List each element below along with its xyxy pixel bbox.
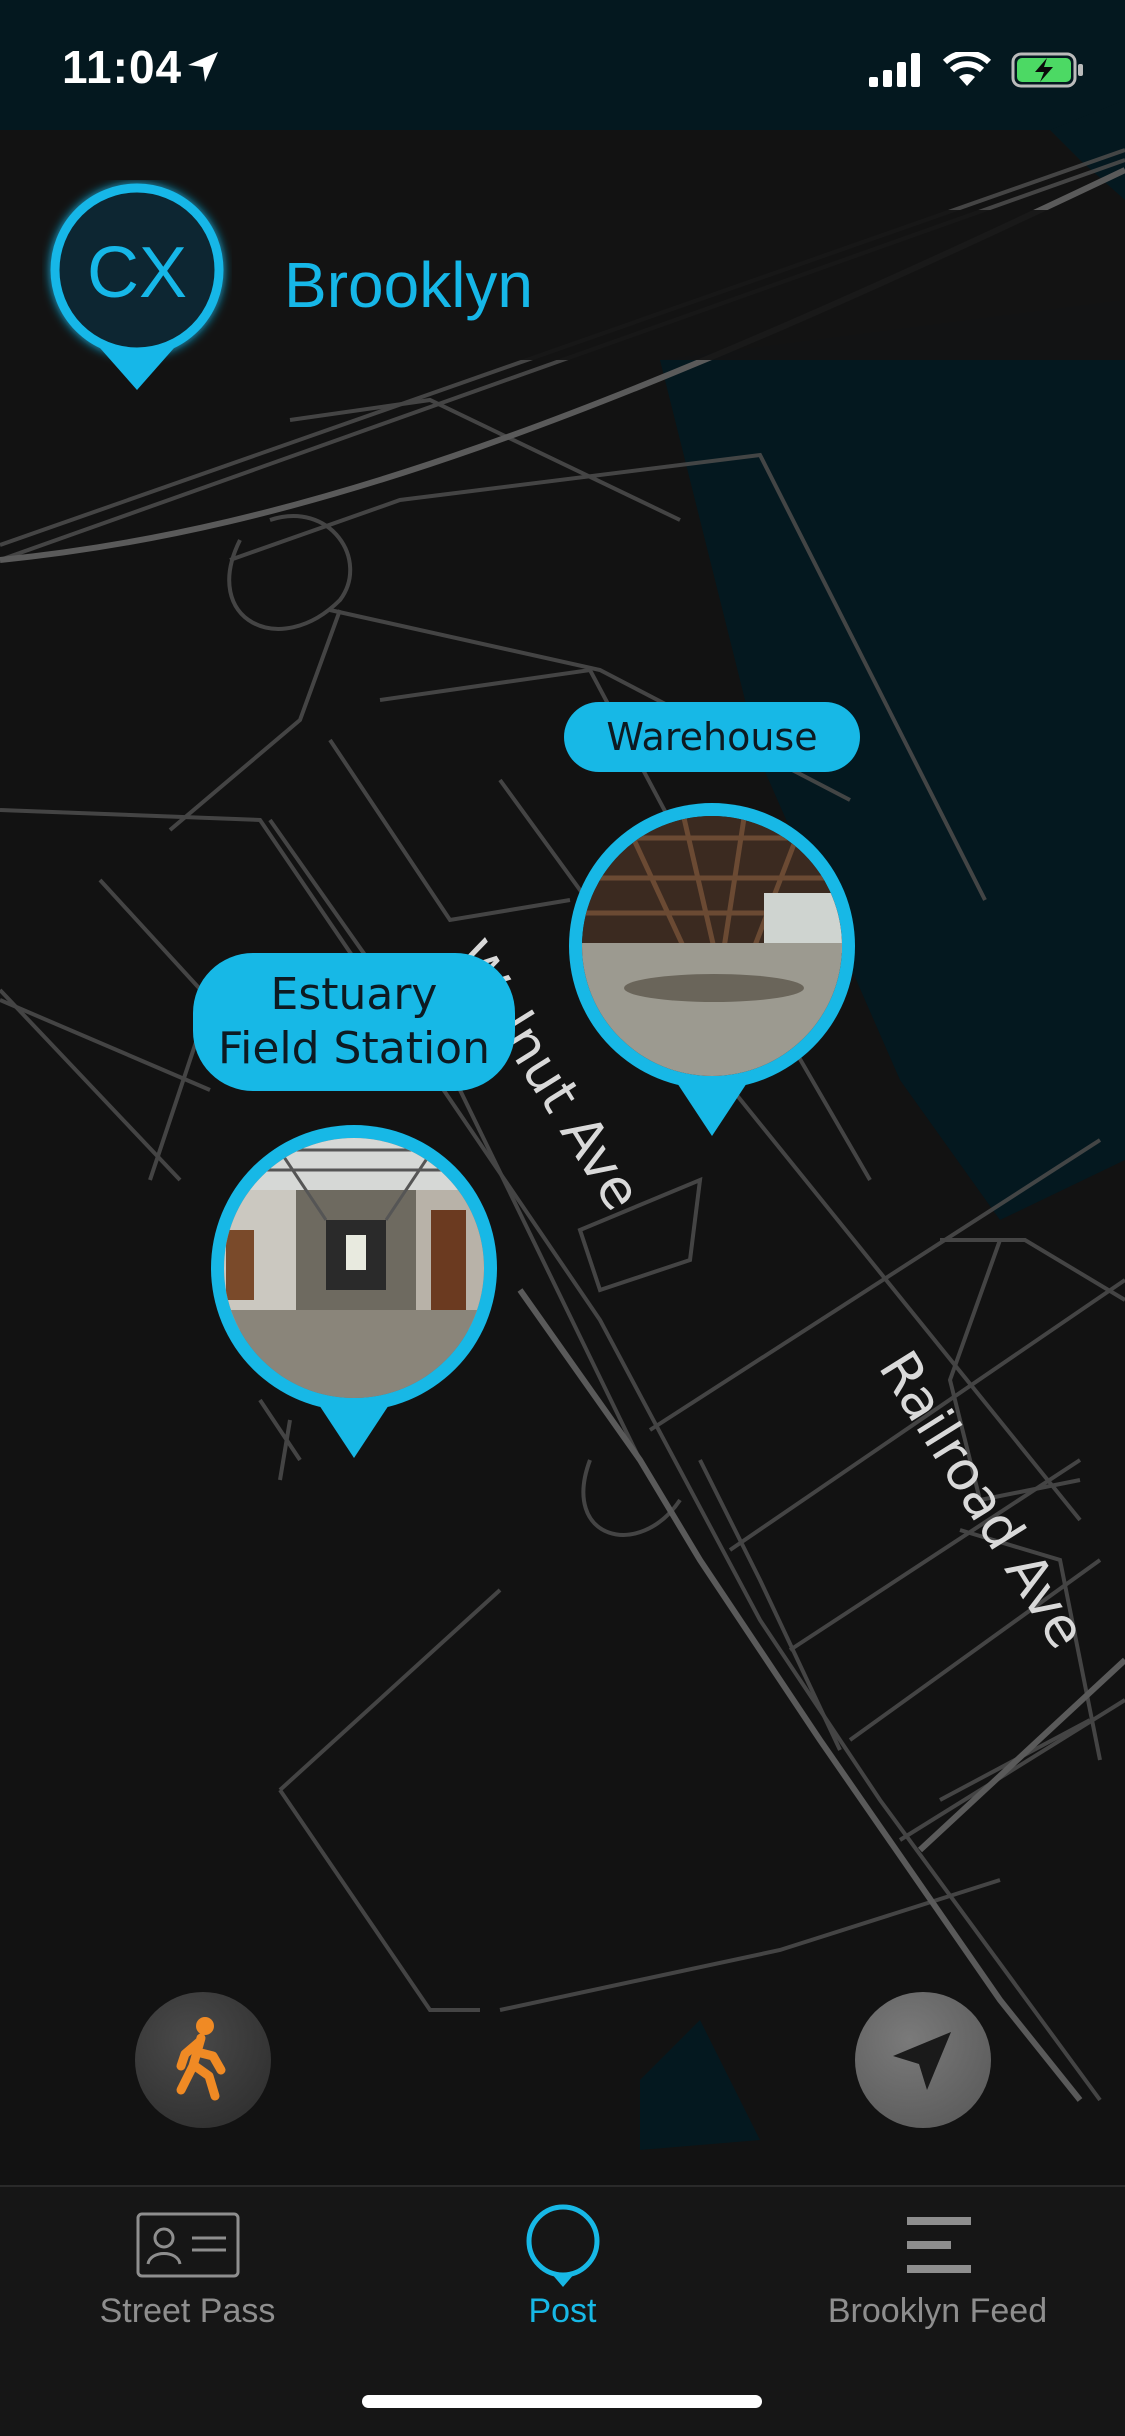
- battery-charging-icon: [1011, 52, 1083, 88]
- tab-street-pass[interactable]: Street Pass: [0, 2187, 375, 2387]
- tab-label-street-pass: Street Pass: [99, 2292, 276, 2330]
- pin-outline-icon: [526, 2204, 599, 2287]
- locate-me-button[interactable]: [855, 1992, 991, 2128]
- id-card-icon: [136, 2212, 239, 2278]
- place-label-line-1: Estuary: [270, 969, 438, 1020]
- tab-post[interactable]: Post: [375, 2187, 750, 2387]
- location-services-icon: [188, 52, 218, 82]
- tab-label-post: Post: [528, 2292, 597, 2330]
- profile-badge-text: CX: [86, 233, 188, 313]
- place-label-warehouse[interactable]: Warehouse: [564, 702, 860, 772]
- map-screen: 11:04 CX Brooklyn Walnut Ave Railroad Av…: [0, 0, 1125, 2436]
- walk-mode-button[interactable]: [135, 1992, 271, 2128]
- tab-brooklyn-feed[interactable]: Brooklyn Feed: [750, 2187, 1125, 2387]
- place-pin-warehouse[interactable]: [564, 798, 864, 1138]
- tab-label-brooklyn-feed: Brooklyn Feed: [827, 2292, 1048, 2330]
- place-label-line-2: Field Station: [218, 1023, 490, 1074]
- location-arrow-icon: [893, 2032, 951, 2090]
- place-pin-estuary[interactable]: [206, 1120, 506, 1460]
- feed-lines-icon: [906, 2217, 971, 2273]
- status-bar: 11:04: [0, 0, 1125, 130]
- walking-person-icon: [176, 2017, 226, 2101]
- place-label-estuary[interactable]: Estuary Field Station: [193, 953, 515, 1091]
- status-indicators: [869, 52, 1085, 88]
- status-time: 11:04: [62, 41, 183, 93]
- wifi-icon: [943, 52, 991, 86]
- place-label-line: Warehouse: [606, 715, 818, 759]
- home-indicator[interactable]: [362, 2395, 762, 2408]
- city-title: Brooklyn: [284, 249, 533, 321]
- signal-icon: [869, 53, 920, 87]
